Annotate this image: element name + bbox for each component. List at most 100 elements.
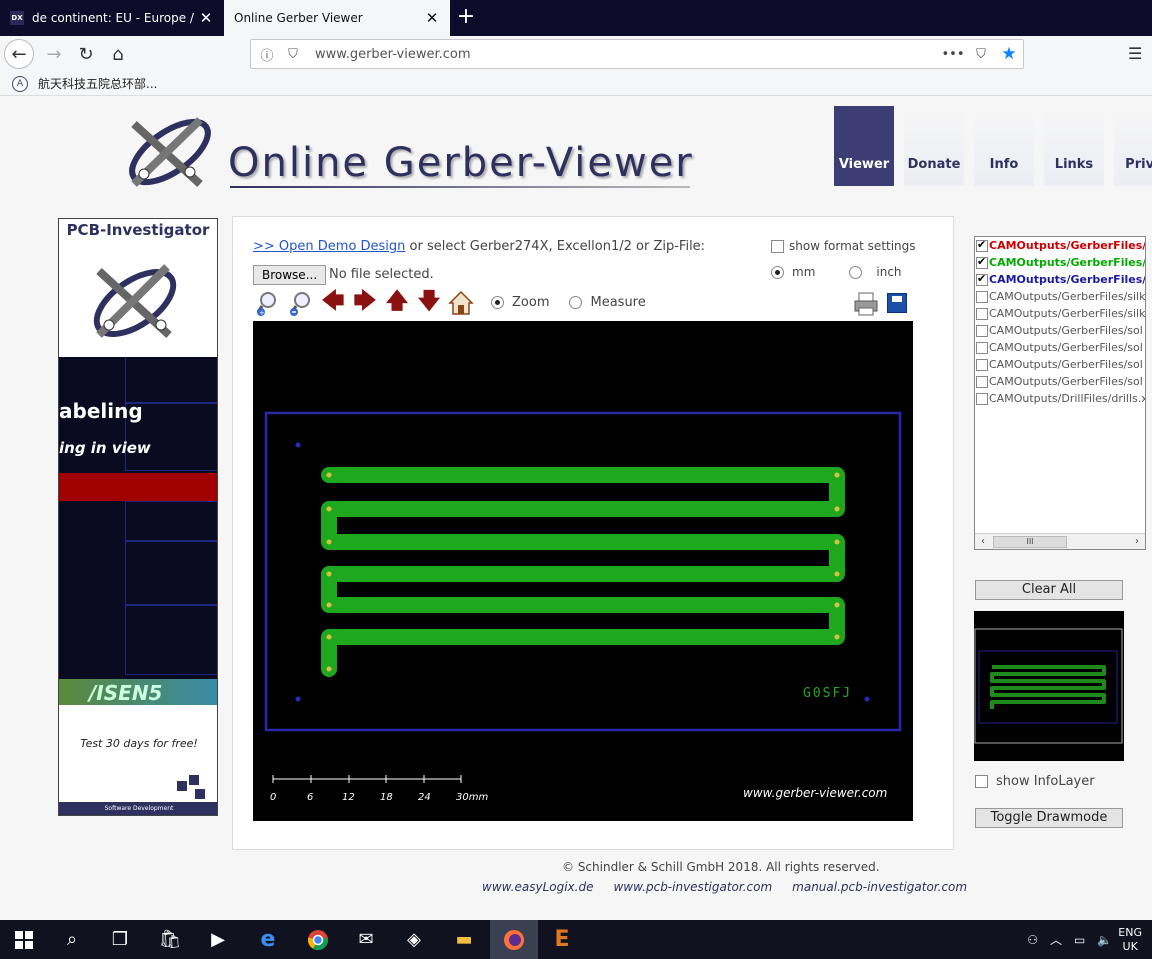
browse-button[interactable]: Browse... [253,265,327,285]
layer-checkbox[interactable] [976,307,988,320]
network-icon[interactable]: ▭ [1074,933,1085,947]
inch-label: inch [876,265,902,279]
layer-checkbox[interactable] [976,392,988,405]
close-icon[interactable]: ✕ [198,9,214,27]
nav-info[interactable]: Info [974,106,1034,186]
edge-icon[interactable]: e [244,920,292,959]
forward-arrow-icon[interactable]: → [40,40,68,68]
reload-icon[interactable]: ↻ [72,40,100,68]
nav-donate[interactable]: Donate [904,106,964,186]
shield-icon[interactable]: ⛉ [283,47,303,62]
layer-row[interactable]: CAMOutputs/GerberFiles/c [975,254,1145,271]
pan-left-arrow-icon[interactable]: 🡄 [317,289,349,317]
horizontal-scrollbar[interactable]: ‹ III › [975,533,1145,549]
layer-checkbox[interactable] [976,238,988,252]
dx-favicon-icon: DX [10,11,24,25]
bookmark-star-icon[interactable]: ★ [995,44,1023,64]
scroll-right-icon[interactable]: › [1129,536,1145,547]
scroll-left-icon[interactable]: ‹ [975,536,991,547]
layer-checkbox[interactable] [976,272,988,286]
layer-row[interactable]: CAMOutputs/GerberFiles/p [975,271,1145,288]
app-icon[interactable]: ◈ [390,920,438,959]
nav-links[interactable]: Links [1044,106,1104,186]
file-status: No file selected. [329,267,434,282]
layer-name: CAMOutputs/GerberFiles/silk [989,290,1146,303]
footer-link-pcb-investigator[interactable]: www.pcb-investigator.com [613,880,772,894]
chrome-icon[interactable] [294,920,342,959]
open-demo-link[interactable]: >> Open Demo Design [253,239,405,254]
pan-up-arrow-icon[interactable]: 🡅 [381,289,413,317]
mail-icon[interactable]: ✉ [342,920,390,959]
nav-privacy[interactable]: Priva [1114,106,1152,186]
layer-row[interactable]: CAMOutputs/GerberFiles/c [975,237,1145,254]
pan-down-arrow-icon[interactable]: 🡇 [413,289,445,317]
layer-list[interactable]: CAMOutputs/GerberFiles/c CAMOutputs/Gerbe… [974,236,1146,550]
zoom-radio[interactable] [491,296,504,309]
search-icon[interactable]: ⌕ [48,920,96,959]
layer-checkbox[interactable] [976,375,988,388]
format-settings-checkbox[interactable] [771,239,784,253]
firefox-icon[interactable] [490,920,538,959]
layer-row[interactable]: CAMOutputs/GerberFiles/silk [975,305,1145,322]
board-silk-text: G0SFJ [803,686,852,701]
browser-nav-bar: ← → ↻ ⌂ ⓘ ⛉ www.gerber-viewer.com ••• ⛉ … [0,36,1152,72]
new-tab-plus-icon[interactable]: + [454,4,478,29]
show-infolayer-checkbox[interactable] [975,775,988,788]
e-app-icon[interactable]: E [538,920,586,959]
nav-viewer[interactable]: Viewer [834,106,894,186]
close-icon[interactable]: ✕ [424,9,440,27]
scroll-thumb[interactable]: III [993,535,1067,548]
printer-icon[interactable] [853,291,879,317]
toggle-drawmode-button[interactable]: Toggle Drawmode [975,808,1123,828]
windows-start-icon[interactable] [0,920,48,959]
hamburger-menu-icon[interactable]: ☰ [1128,44,1142,63]
crossed-probes-logo-icon [93,264,177,338]
clear-all-button[interactable]: Clear All [975,580,1123,600]
gerber-canvas[interactable]: G0SFJ 0 6 12 18 24 30mm www.gerber-viewe… [253,321,913,821]
pocket-icon[interactable]: ⛉ [967,47,995,62]
layer-checkbox[interactable] [976,358,988,371]
file-explorer-icon[interactable]: ▬ [440,920,488,959]
footer-link-manual[interactable]: manual.pcb-investigator.com [792,880,967,894]
layer-row[interactable]: CAMOutputs/GerberFiles/sol [975,356,1145,373]
people-icon[interactable]: ⚇ [1027,933,1038,947]
inch-radio[interactable] [849,265,863,279]
measure-radio[interactable] [569,296,583,309]
back-arrow-icon[interactable]: ← [4,39,34,69]
site-logo[interactable]: Online Gerber-Viewer [120,110,720,200]
tab-online-gerber-viewer[interactable]: Online Gerber Viewer ✕ [224,0,450,36]
home-icon[interactable]: ⌂ [104,40,132,68]
layer-row[interactable]: CAMOutputs/GerberFiles/sol [975,339,1145,356]
zoom-out-icon[interactable] [285,289,317,317]
store-icon[interactable]: 🛍 [146,920,194,959]
address-bar[interactable]: ⓘ ⛉ www.gerber-viewer.com ••• ⛉ ★ [250,39,1024,69]
tab-de-continent[interactable]: DX de continent: EU - Europe / bar ✕ [0,0,224,36]
pan-right-arrow-icon[interactable]: 🡆 [349,289,381,317]
more-dots-icon[interactable]: ••• [939,47,967,62]
volume-icon[interactable]: 🔈 [1097,933,1112,947]
task-view-icon[interactable]: ❐ [96,920,144,959]
zoom-in-icon[interactable]: + [253,289,285,317]
layer-checkbox[interactable] [976,255,988,269]
layer-row[interactable]: CAMOutputs/GerberFiles/sol [975,373,1145,390]
layer-checkbox[interactable] [976,341,988,354]
layer-checkbox[interactable] [976,290,988,303]
pcb-investigator-ad[interactable]: PCB-Investigator abeling ing in view /IS… [58,218,218,816]
language-indicator[interactable]: ENG UK [1118,926,1142,954]
save-disk-icon[interactable] [887,293,907,313]
layer-checkbox[interactable] [976,324,988,337]
ad-isens-banner: /ISEN5 [59,679,217,705]
chevron-up-icon[interactable]: ︿ [1050,931,1062,948]
url-text[interactable]: www.gerber-viewer.com [315,47,939,62]
footer-link-easylogix[interactable]: www.easyLogix.de [482,880,593,894]
layer-row[interactable]: CAMOutputs/DrillFiles/drills.x [975,390,1145,407]
home-view-icon[interactable] [445,289,477,317]
media-player-icon[interactable]: ▶ [194,920,242,959]
bookmark-item[interactable]: 航天科技五院总环部... [38,75,157,92]
overview-thumbnail[interactable] [974,611,1124,761]
mm-radio[interactable] [771,265,784,279]
scale-label: 12 [342,792,355,803]
layer-row[interactable]: CAMOutputs/GerberFiles/sol [975,322,1145,339]
layer-row[interactable]: CAMOutputs/GerberFiles/silk [975,288,1145,305]
info-icon[interactable]: ⓘ [257,45,277,64]
